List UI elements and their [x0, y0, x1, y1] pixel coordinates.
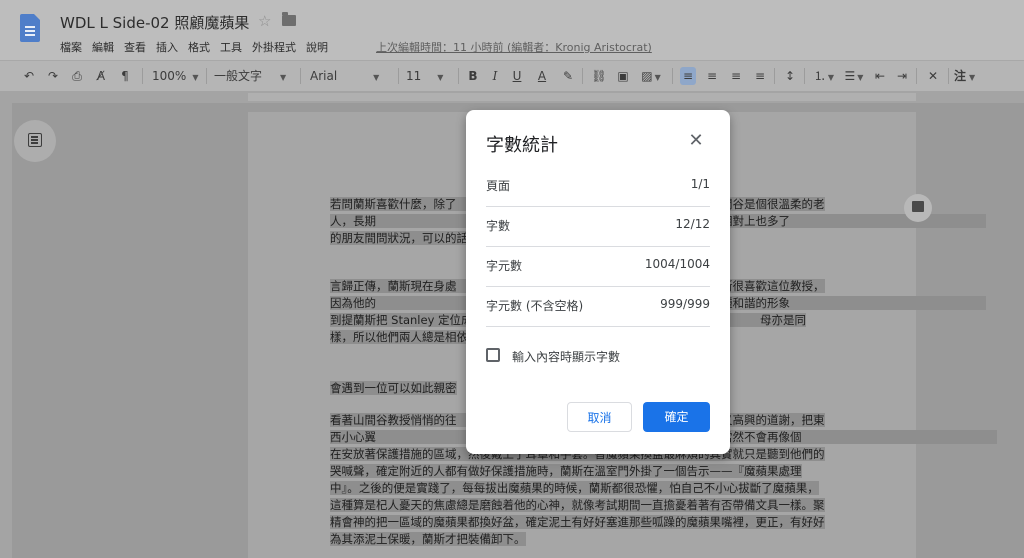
align-left-icon[interactable]: ≡: [680, 67, 696, 85]
zoom-select[interactable]: 100% ▼: [152, 67, 198, 85]
highlight-icon[interactable]: ✎: [560, 67, 576, 85]
stat-label: 頁面: [486, 179, 511, 193]
document-title[interactable]: WDL L Side-02 照顧魔蘋果: [60, 12, 249, 33]
folder-icon[interactable]: [282, 12, 296, 26]
menu-file[interactable]: 檔案: [60, 39, 82, 55]
insert-image-icon[interactable]: ▨ ▼: [638, 67, 664, 85]
stat-row-characters-no-spaces: 字元數 (不含空格) 999/999: [486, 286, 710, 327]
close-icon[interactable]: ✕: [684, 129, 708, 153]
stat-value: 1004/1004: [644, 257, 710, 271]
line-spacing-icon[interactable]: ↕: [782, 67, 798, 85]
word-count-dialog: 字數統計 ✕ 頁面 1/1 字數 12/12 字元數 1004/1004 字元數…: [466, 110, 730, 454]
editing-mode-select[interactable]: 注 ▼: [954, 67, 984, 85]
align-justify-icon[interactable]: ≡: [752, 67, 768, 85]
menu-addons[interactable]: 外掛程式: [252, 39, 296, 55]
font-size-select[interactable]: 11 ▼: [406, 67, 452, 85]
undo-icon[interactable]: ↶: [20, 67, 38, 85]
bold-icon[interactable]: B: [466, 67, 480, 85]
menu-insert[interactable]: 插入: [156, 39, 178, 55]
stat-value: 999/999: [660, 297, 710, 311]
show-word-count-label[interactable]: 輸入內容時顯示字數: [512, 348, 620, 365]
stat-label: 字數: [486, 219, 511, 233]
last-edit-link[interactable]: 上次編輯時間：11 小時前 (編輯者：Kronig Aristocrat): [376, 39, 652, 55]
ruler-track: [248, 93, 916, 101]
style-select[interactable]: 一般文字 ▼: [214, 67, 294, 85]
menu-tools[interactable]: 工具: [220, 39, 242, 55]
dialog-title: 字數統計: [486, 135, 558, 156]
stat-label: 字元數: [486, 259, 523, 273]
link-icon[interactable]: ⛓: [590, 67, 608, 85]
print-icon[interactable]: ⎙: [68, 67, 86, 85]
clear-formatting-icon[interactable]: ✕: [924, 67, 942, 85]
spellcheck-icon[interactable]: A̸: [92, 67, 110, 85]
underline-icon[interactable]: U: [510, 67, 524, 85]
stat-row-characters: 字元數 1004/1004: [486, 246, 710, 287]
paint-format-icon[interactable]: ¶: [116, 67, 134, 85]
stat-value: 1/1: [690, 177, 710, 191]
show-word-count-checkbox[interactable]: [486, 348, 500, 362]
outline-icon: [28, 133, 42, 147]
insert-comment-icon[interactable]: ▣: [614, 67, 632, 85]
menu-bar: 檔案 編輯 查看 插入 格式 工具 外掛程式 說明: [60, 39, 328, 55]
ok-button[interactable]: 確定: [643, 402, 710, 432]
add-comment-icon: [912, 201, 924, 212]
stat-row-pages: 頁面 1/1: [486, 166, 710, 207]
decrease-indent-icon[interactable]: ⇤: [872, 67, 888, 85]
text-color-icon[interactable]: A: [534, 67, 550, 85]
stat-label: 字元數 (不含空格): [486, 299, 584, 313]
vertical-ruler[interactable]: [0, 103, 12, 558]
increase-indent-icon[interactable]: ⇥: [894, 67, 910, 85]
menu-edit[interactable]: 編輯: [92, 39, 114, 55]
docs-logo-icon[interactable]: [20, 14, 40, 42]
numbered-list-icon[interactable]: ⒈ ▼: [812, 67, 836, 85]
star-icon[interactable]: ☆: [258, 12, 271, 30]
stat-value: 12/12: [675, 217, 710, 231]
cancel-button[interactable]: 取消: [567, 402, 632, 432]
font-select[interactable]: Arial ▼: [310, 67, 396, 85]
menu-help[interactable]: 說明: [306, 39, 328, 55]
redo-icon[interactable]: ↷: [44, 67, 62, 85]
stat-row-words: 字數 12/12: [486, 206, 710, 247]
italic-icon[interactable]: I: [488, 67, 502, 85]
menu-view[interactable]: 查看: [124, 39, 146, 55]
toolbar: ↶ ↷ ⎙ A̸ ¶ 100% ▼ 一般文字 ▼ Arial ▼ 11 ▼ B I U …: [0, 60, 1024, 92]
align-center-icon[interactable]: ≡: [704, 67, 720, 85]
menu-format[interactable]: 格式: [188, 39, 210, 55]
align-right-icon[interactable]: ≡: [728, 67, 744, 85]
bulleted-list-icon[interactable]: ☰ ▼: [842, 67, 866, 85]
